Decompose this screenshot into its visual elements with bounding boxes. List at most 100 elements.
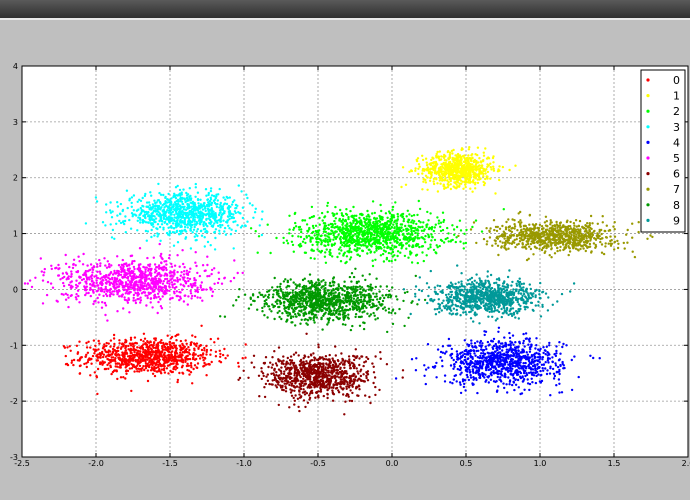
data-point [377,219,381,223]
data-point [87,340,90,343]
data-point [424,174,428,177]
data-point [43,267,46,271]
data-point [512,364,515,367]
data-point [187,223,190,226]
data-point [64,253,67,257]
data-point [481,363,484,366]
data-point [324,237,327,240]
data-point [78,364,82,368]
data-point [499,351,502,354]
data-point [439,221,443,224]
data-point [189,194,192,198]
data-point [157,361,160,364]
data-point [166,349,170,352]
data-point [345,225,348,228]
data-point [219,208,222,212]
data-point [333,242,337,245]
data-point [487,375,491,378]
data-point [216,281,220,285]
data-point [225,202,229,206]
data-point [441,345,445,348]
data-point [158,225,162,229]
data-point [119,376,123,379]
data-point [515,363,518,367]
data-point [97,287,100,290]
data-point [443,175,447,178]
data-point [210,194,214,197]
data-point [552,372,556,375]
data-point [367,248,370,251]
data-point [426,166,430,169]
data-point [225,195,228,199]
data-point [342,214,345,218]
data-point [168,282,171,286]
data-point [72,363,75,367]
data-point [416,229,420,232]
data-point [228,227,231,230]
data-point [228,196,231,199]
data-point [168,200,171,204]
data-point [427,366,430,369]
data-point [293,212,296,216]
data-point [422,221,425,224]
data-point [104,285,108,289]
data-point [389,222,392,225]
data-point [116,349,119,353]
data-point [484,330,488,333]
data-point [156,199,159,202]
data-point [169,208,173,211]
data-point [216,199,219,202]
data-point [515,373,519,377]
data-point [104,224,107,227]
data-point [64,262,68,265]
data-point [136,219,139,222]
data-point [456,174,459,177]
data-point [67,305,70,309]
data-point [98,342,101,345]
data-point [193,207,197,210]
data-point [327,227,330,231]
data-point [172,342,175,345]
data-point [446,236,449,240]
data-point [508,331,511,335]
data-point [239,212,242,215]
data-point [154,217,158,220]
data-point [392,223,395,226]
data-point [336,255,339,259]
data-point [65,271,68,274]
data-point [490,168,493,171]
data-point [489,367,492,371]
data-point [472,173,475,176]
data-point [186,207,189,210]
data-point [175,212,179,215]
data-point [183,294,186,297]
data-point [209,244,212,247]
data-point [39,257,42,260]
data-point [508,365,512,368]
data-point [397,227,401,231]
data-point [70,359,74,362]
data-point [373,240,376,244]
data-point [213,248,217,251]
data-point [536,356,540,359]
data-point [436,216,439,219]
data-point [168,203,172,207]
data-point [450,177,453,180]
data-point [392,216,396,219]
data-point [160,252,163,256]
data-point [141,219,144,222]
data-point [226,221,229,224]
data-point [427,171,431,174]
data-point [149,369,153,372]
data-point [402,228,405,232]
data-point [497,357,501,360]
data-point [203,349,206,352]
data-point [106,357,109,361]
data-point [158,368,161,371]
data-point [178,211,182,214]
data-point [371,238,374,241]
data-point [122,376,125,379]
data-point [179,220,183,223]
data-point [362,217,366,220]
data-point [459,229,463,232]
